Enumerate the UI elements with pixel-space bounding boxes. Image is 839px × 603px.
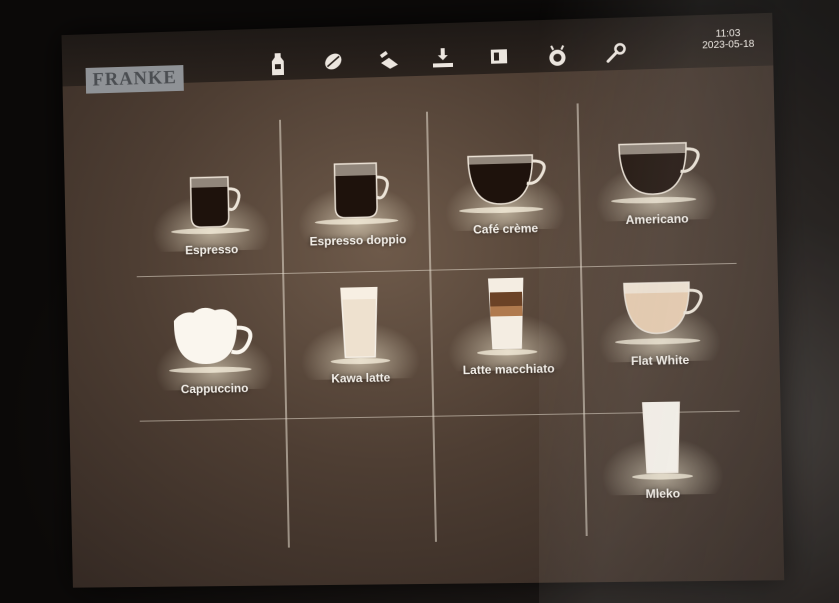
drink-tile-kawa-latte[interactable]: Kawa latte xyxy=(284,278,436,411)
wide-cup-icon xyxy=(459,136,556,214)
drink-tile-mleko[interactable]: Mleko xyxy=(585,392,740,525)
cappuccino-cup-icon xyxy=(168,307,264,374)
grinder-icon[interactable] xyxy=(485,45,514,74)
drink-label: Café crème xyxy=(472,221,539,237)
drink-label: Kawa latte xyxy=(331,370,391,386)
franke-logo: FRANKE xyxy=(85,65,184,94)
cleaning-icon[interactable] xyxy=(375,48,403,77)
wide-cup-icon xyxy=(610,126,707,205)
drink-tile-espresso-doppio[interactable]: Espresso doppio xyxy=(281,140,433,273)
barista-icon[interactable] xyxy=(543,43,572,72)
drink-label: Espresso xyxy=(185,242,239,258)
latte-glass-icon xyxy=(330,286,391,365)
flatwhite-cup-icon xyxy=(614,268,710,346)
drink-label: Mleko xyxy=(645,486,681,501)
wrench-icon[interactable] xyxy=(602,41,631,70)
drink-tile-flat-white[interactable]: Flat White xyxy=(582,259,737,393)
drink-label: Flat White xyxy=(630,352,690,369)
milk-glass-icon xyxy=(631,400,694,480)
drink-tile-cafe-creme[interactable]: Café crème xyxy=(428,128,581,262)
drink-label: Americano xyxy=(625,211,689,228)
drink-tile-espresso[interactable]: Espresso xyxy=(136,150,286,283)
drink-label: Cappuccino xyxy=(180,381,249,397)
coffee-bean-icon[interactable] xyxy=(319,50,347,79)
milk-bottle-icon[interactable] xyxy=(264,52,292,81)
date-display: 2023-05-18 xyxy=(702,38,755,52)
touch-screen: FRANKE 11:03 2023-05-18 Espresso Espress… xyxy=(61,12,785,588)
drink-tile-cappuccino[interactable]: Cappuccino xyxy=(139,289,289,421)
drink-label: Espresso doppio xyxy=(309,232,407,249)
drink-tile-latte-macchiato[interactable]: Latte macchiato xyxy=(431,268,585,401)
clock: 11:03 2023-05-18 xyxy=(702,28,755,52)
espresso-cup-icon xyxy=(314,148,399,226)
espresso-cup-icon xyxy=(171,158,250,235)
drink-tile-americano[interactable]: Americano xyxy=(579,117,734,252)
drink-label: Latte macchiato xyxy=(462,361,555,378)
dispense-icon[interactable] xyxy=(429,47,458,76)
macchiato-glass-icon xyxy=(477,276,538,356)
